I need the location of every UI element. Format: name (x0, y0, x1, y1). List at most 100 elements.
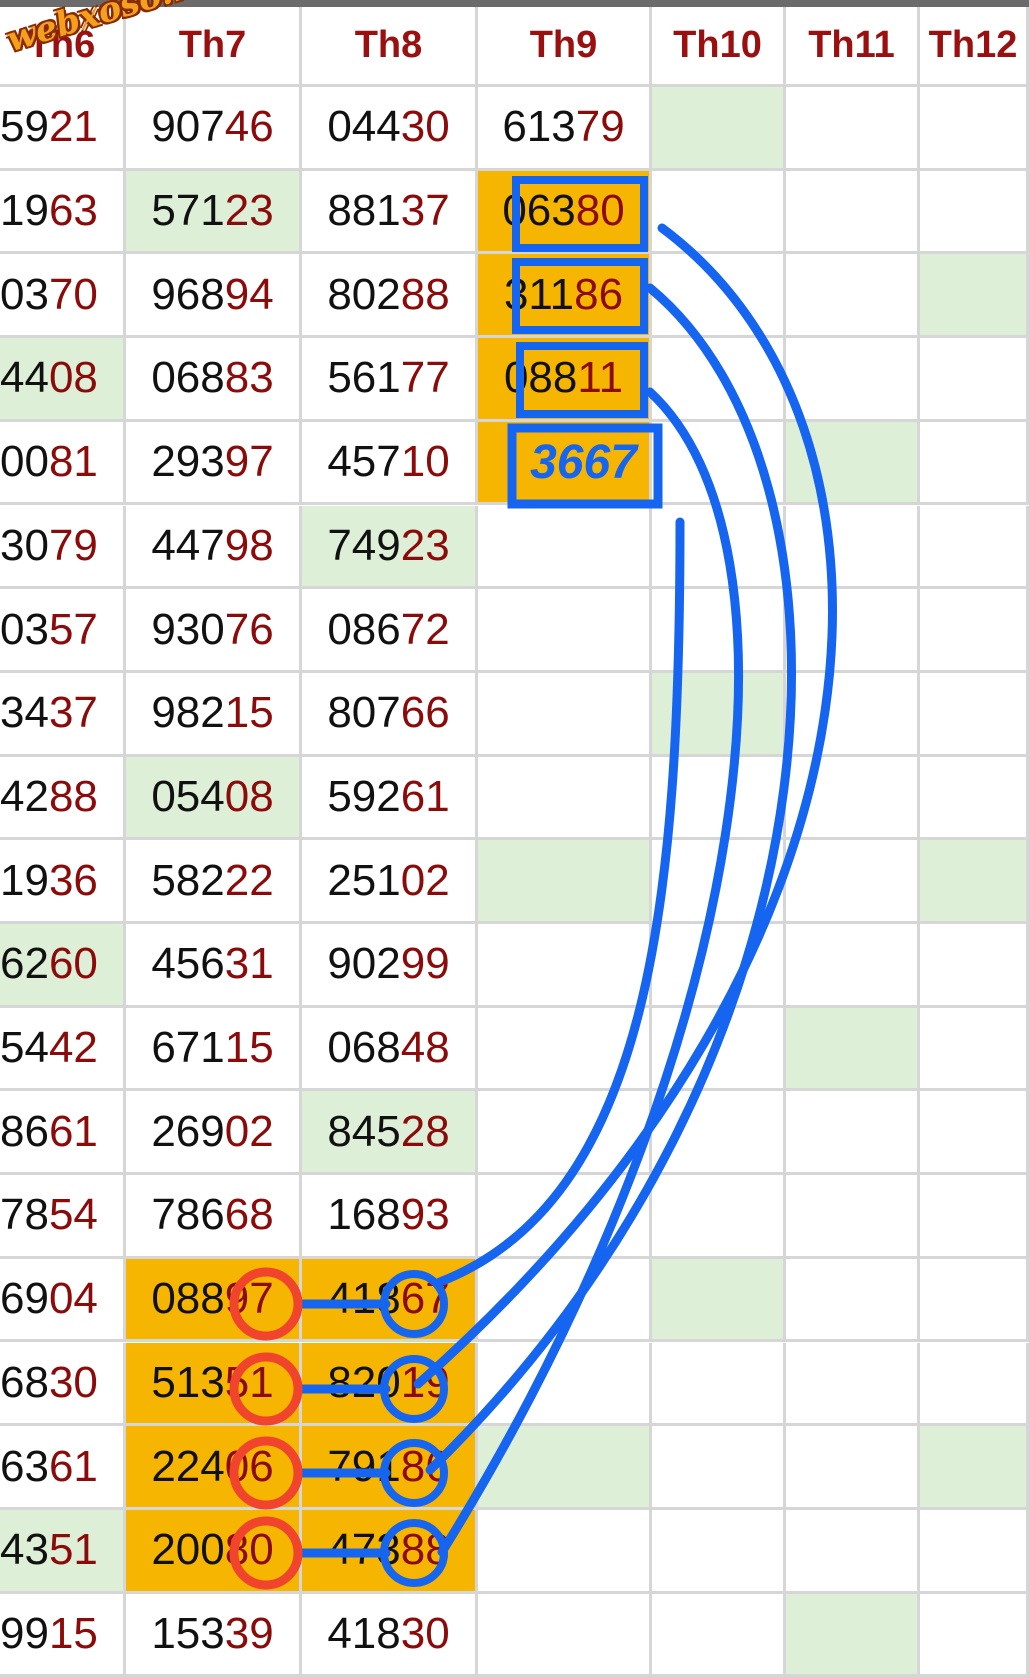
table-cell: 044 30 (302, 87, 478, 171)
table-cell (478, 840, 652, 924)
column-header: Th11 (786, 7, 920, 87)
table-cell: 473 88 (302, 1509, 478, 1594)
table-cell (786, 1175, 920, 1259)
table-cell (786, 1258, 920, 1343)
table-cell: 068 83 (126, 338, 302, 422)
table-cell: 311 86 (478, 254, 652, 339)
table-cell: 063 80 (478, 170, 652, 255)
table-cell (920, 1426, 1029, 1510)
table-cell: 269 02 (126, 1091, 302, 1176)
table-cell: 293 97 (126, 421, 302, 506)
table-cell (652, 87, 786, 171)
column-header: Th8 (302, 7, 478, 87)
table-cell: 78 54 (0, 1175, 126, 1259)
table-cell (786, 840, 920, 924)
table-cell: 968 94 (126, 254, 302, 339)
table-cell (652, 589, 786, 673)
table-cell (786, 1007, 920, 1092)
table-cell (920, 1593, 1029, 1677)
table-cell (920, 505, 1029, 590)
table-cell (478, 756, 652, 841)
table-cell (652, 840, 786, 924)
table-cell: 44 08 (0, 338, 126, 422)
table-cell: 62 60 (0, 924, 126, 1008)
table-cell: 19 36 (0, 840, 126, 924)
table-cell: 088 97 (126, 1258, 302, 1343)
table-cell: 69 04 (0, 1258, 126, 1343)
table-cell (786, 338, 920, 422)
table-cell: 513 51 (126, 1342, 302, 1427)
table-cell (652, 254, 786, 339)
table-cell (478, 672, 652, 757)
table-cell (786, 1342, 920, 1427)
table-cell: 907 46 (126, 87, 302, 171)
table-cell (652, 1509, 786, 1594)
table-cell (478, 505, 652, 590)
table-cell (786, 421, 920, 506)
table-cell: 418 67 (302, 1258, 478, 1343)
table-cell (652, 756, 786, 841)
table-cell: 749 23 (302, 505, 478, 590)
table-cell: 86 61 (0, 1091, 126, 1176)
table-cell (786, 1509, 920, 1594)
table-cell: 59 21 (0, 87, 126, 171)
table-cell (478, 1509, 652, 1594)
table-cell: 807 66 (302, 672, 478, 757)
table-cell (786, 170, 920, 255)
table-cell (920, 589, 1029, 673)
table-cell (920, 1091, 1029, 1176)
table-cell: 456 31 (126, 924, 302, 1008)
table-cell (786, 87, 920, 171)
table-cell (652, 421, 786, 506)
table-cell: 571 23 (126, 170, 302, 255)
table-cell (652, 1342, 786, 1427)
table-cell (786, 505, 920, 590)
table-cell (920, 1175, 1029, 1259)
table-cell (478, 1342, 652, 1427)
column-header: Th10 (652, 7, 786, 87)
table-cell (920, 87, 1029, 171)
table-cell: 36 67 (478, 421, 652, 506)
table-cell (920, 924, 1029, 1008)
table-cell (786, 1426, 920, 1510)
table-cell (478, 924, 652, 1008)
table-cell (920, 1007, 1029, 1092)
table-cell (652, 1091, 786, 1176)
table-cell: 786 68 (126, 1175, 302, 1259)
table-cell: 63 61 (0, 1426, 126, 1510)
column-header: Th7 (126, 7, 302, 87)
table-cell: 845 28 (302, 1091, 478, 1176)
table-cell: 03 70 (0, 254, 126, 339)
table-cell: 930 76 (126, 589, 302, 673)
table-cell (652, 1593, 786, 1677)
table-cell: 153 39 (126, 1593, 302, 1677)
table-cell (920, 672, 1029, 757)
table-cell (920, 756, 1029, 841)
table-cell (920, 421, 1029, 506)
table-cell: 99 15 (0, 1593, 126, 1677)
table-cell (478, 1175, 652, 1259)
column-header: Th12 (920, 7, 1029, 87)
table-cell: 802 88 (302, 254, 478, 339)
table-cell: 613 79 (478, 87, 652, 171)
table-cell: 447 98 (126, 505, 302, 590)
table-cell: 592 61 (302, 756, 478, 841)
table-cell: 582 22 (126, 840, 302, 924)
table-cell (652, 505, 786, 590)
table-cell (478, 589, 652, 673)
table-cell (920, 1342, 1029, 1427)
table-cell: 30 79 (0, 505, 126, 590)
table-cell (920, 338, 1029, 422)
table-cell: 418 30 (302, 1593, 478, 1677)
table-cell (786, 924, 920, 1008)
table-cell (652, 672, 786, 757)
table-cell: 43 51 (0, 1509, 126, 1594)
table-cell: 54 42 (0, 1007, 126, 1092)
table-cell: 791 86 (302, 1426, 478, 1510)
table-cell (786, 589, 920, 673)
table-cell (786, 254, 920, 339)
table-cell: 00 81 (0, 421, 126, 506)
table-cell (652, 1258, 786, 1343)
table-cell: 881 37 (302, 170, 478, 255)
table-cell (478, 1426, 652, 1510)
